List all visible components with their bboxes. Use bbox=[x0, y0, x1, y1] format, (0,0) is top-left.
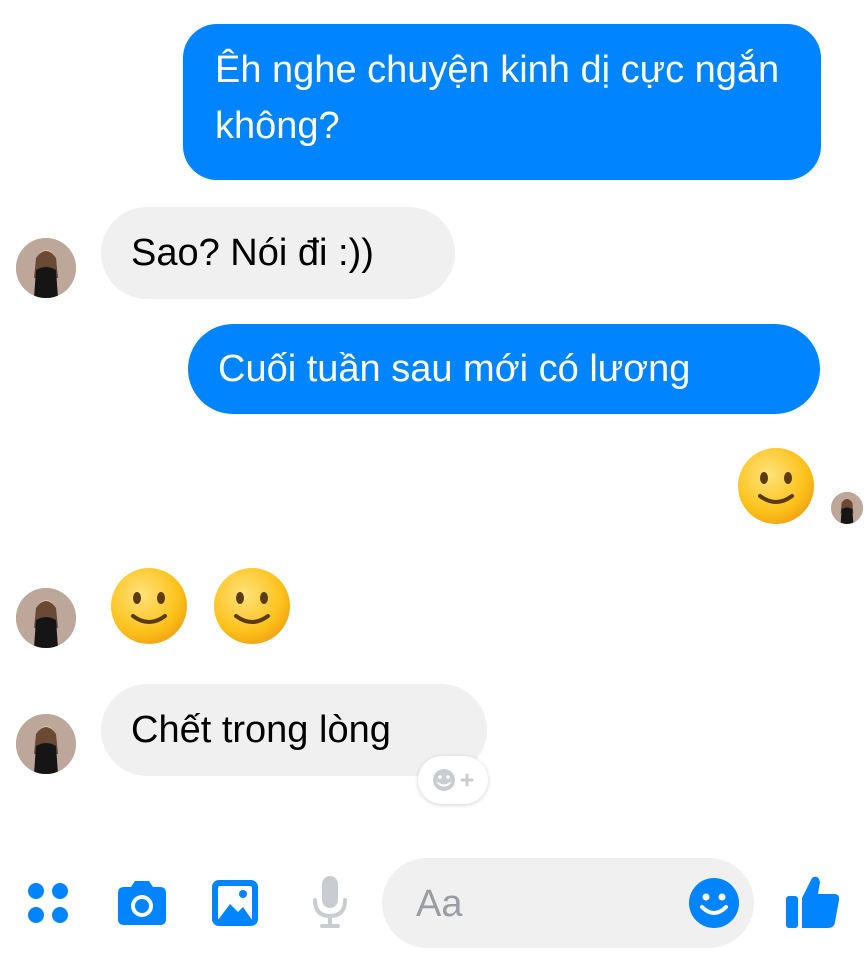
person-photo-icon bbox=[831, 492, 863, 524]
outgoing-message-bubble[interactable]: Êh nghe chuyện kinh dị cực ngắn không? bbox=[183, 24, 821, 180]
contact-avatar[interactable] bbox=[16, 714, 76, 774]
message-text: Sao? Nói đi :)) bbox=[131, 232, 374, 274]
add-reaction-button[interactable] bbox=[418, 756, 488, 804]
camera-icon[interactable] bbox=[114, 879, 170, 927]
message-text: Êh nghe chuyện kinh dị cực ngắn không? bbox=[215, 49, 780, 147]
seen-avatar bbox=[831, 492, 863, 524]
slightly-smiling-face-icon[interactable] bbox=[736, 446, 816, 526]
like-icon[interactable] bbox=[784, 872, 842, 930]
emoji-icon[interactable] bbox=[688, 877, 740, 929]
slightly-smiling-face-icon[interactable] bbox=[109, 566, 189, 646]
contact-avatar[interactable] bbox=[16, 238, 76, 298]
person-photo-icon bbox=[16, 714, 76, 774]
slightly-smiling-face-icon[interactable] bbox=[212, 566, 292, 646]
contact-avatar[interactable] bbox=[16, 588, 76, 648]
microphone-icon[interactable] bbox=[310, 874, 350, 930]
message-text: Chết trong lòng bbox=[131, 709, 391, 751]
more-apps-icon[interactable] bbox=[25, 880, 71, 926]
incoming-message-bubble[interactable]: Sao? Nói đi :)) bbox=[101, 207, 455, 299]
outgoing-message-bubble[interactable]: Cuối tuần sau mới có lương bbox=[188, 324, 820, 414]
image-icon[interactable] bbox=[210, 878, 260, 928]
person-photo-icon bbox=[16, 588, 76, 648]
message-composer[interactable] bbox=[382, 858, 754, 948]
add-reaction-icon bbox=[433, 769, 474, 791]
person-photo-icon bbox=[16, 238, 76, 298]
message-input[interactable] bbox=[414, 876, 688, 932]
message-text: Cuối tuần sau mới có lương bbox=[218, 348, 691, 390]
